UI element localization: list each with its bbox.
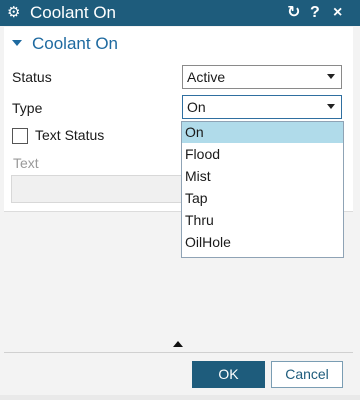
type-option-on[interactable]: On — [182, 122, 343, 143]
gear-icon: ⚙ — [7, 4, 21, 21]
type-option-flood[interactable]: Flood — [182, 144, 343, 165]
cancel-button[interactable]: Cancel — [271, 361, 343, 388]
type-select[interactable]: On — [182, 95, 342, 119]
text-status-checkbox[interactable] — [12, 128, 28, 144]
text-label: Text — [13, 155, 39, 171]
text-input — [11, 175, 205, 203]
type-option-thru[interactable]: Thru — [182, 210, 343, 231]
collapse-arrow-icon[interactable] — [12, 40, 22, 46]
window-title: Coolant On — [30, 3, 116, 22]
footer-divider — [4, 352, 353, 353]
reset-icon[interactable]: ↻ — [287, 3, 300, 23]
group-title: Coolant On — [32, 34, 118, 53]
text-status-label[interactable]: Text Status — [35, 126, 104, 144]
help-button[interactable]: ? — [310, 3, 320, 23]
status-label: Status — [12, 69, 52, 85]
chevron-down-icon — [327, 104, 335, 109]
title-bar: ⚙ Coolant On ↻ ? × — [0, 0, 360, 26]
type-label: Type — [12, 100, 43, 116]
type-option-mist[interactable]: Mist — [182, 166, 343, 187]
type-value: On — [187, 99, 206, 115]
status-select[interactable]: Active — [182, 65, 342, 89]
expand-up-arrow-icon[interactable] — [173, 341, 183, 347]
chevron-down-icon — [327, 74, 335, 79]
status-value: Active — [187, 69, 226, 85]
window-bottom-edge — [0, 395, 360, 400]
type-option-oilhole[interactable]: OilHole — [182, 232, 343, 253]
type-dropdown-list: On Flood Mist Tap Thru OilHole — [181, 121, 344, 258]
close-button[interactable]: × — [333, 3, 342, 23]
ok-button[interactable]: OK — [192, 361, 265, 388]
type-option-tap[interactable]: Tap — [182, 188, 343, 209]
